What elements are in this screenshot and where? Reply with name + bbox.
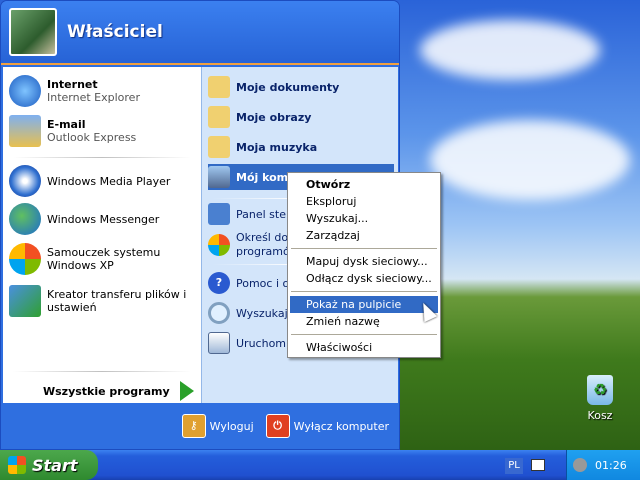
item-label: Kreator transferu plików i ustawień (47, 288, 187, 314)
green-arrow-icon (179, 381, 194, 401)
logoff-button[interactable]: ⚷ Wyloguj (181, 414, 254, 438)
all-programs-button[interactable]: Wszystkie programy (43, 381, 194, 401)
power-icon: ⏻ (265, 414, 290, 438)
item-subtitle: Outlook Express (47, 131, 137, 144)
item-label: Moja muzyka (236, 140, 318, 154)
item-title: Internet (47, 78, 98, 91)
computer-icon (208, 166, 230, 188)
control-panel-icon (208, 203, 230, 225)
tour-icon (9, 243, 41, 275)
item-label: Windows Messenger (47, 212, 160, 226)
help-icon: ? (208, 272, 230, 294)
folder-icon (208, 76, 230, 98)
menu-item-media-player[interactable]: Windows Media Player (9, 165, 197, 197)
context-menu: Otwórz Eksploruj Wyszukaj... Zarządzaj M… (287, 172, 441, 358)
ctx-rename[interactable]: Zmień nazwę (290, 313, 438, 330)
ctx-disconnect-drive[interactable]: Odłącz dysk sieciowy... (290, 270, 438, 287)
keyboard-icon[interactable] (531, 459, 545, 471)
item-label: Wyszukaj (236, 306, 288, 320)
ctx-explore[interactable]: Eksploruj (290, 193, 438, 210)
separator (291, 334, 437, 335)
item-subtitle: Internet Explorer (47, 91, 140, 104)
user-name: Właściciel (67, 22, 163, 42)
clock[interactable]: 01:26 (595, 459, 627, 472)
recycle-bin-label: Kosz (587, 409, 613, 422)
menu-item-messenger[interactable]: Windows Messenger (9, 203, 197, 235)
language-indicator[interactable]: PL (505, 458, 523, 474)
item-label: Moje dokumenty (236, 80, 340, 94)
all-programs-label: Wszystkie programy (43, 384, 170, 398)
menu-item-transfer-wizard[interactable]: Kreator transferu plików i ustawień (9, 285, 197, 317)
ctx-properties[interactable]: Właściwości (290, 339, 438, 356)
system-tray: 01:26 (566, 450, 640, 480)
start-menu-footer: ⚷ Wyloguj ⏻ Wyłącz komputer (1, 403, 399, 449)
windows-logo-icon (8, 456, 26, 474)
separator (13, 157, 191, 158)
menu-item-internet[interactable]: Internet Internet Explorer (9, 75, 197, 107)
start-label: Start (32, 455, 78, 475)
recycle-bin-icon: ♻ (587, 375, 613, 405)
separator (291, 291, 437, 292)
pinned-programs: Internet Internet Explorer E-mail Outlook … (3, 67, 201, 403)
item-label: Samouczek systemu Windows XP (47, 246, 161, 272)
shutdown-label: Wyłącz komputer (293, 419, 389, 433)
menu-item-email[interactable]: E-mail Outlook Express (9, 115, 197, 147)
menu-item-my-music[interactable]: Moja muzyka (208, 134, 394, 160)
ctx-show-on-desktop[interactable]: Pokaż na pulpicie (290, 296, 438, 313)
transfer-wizard-icon (9, 285, 41, 317)
search-icon (208, 302, 230, 324)
program-access-icon (208, 234, 230, 256)
item-label: Windows Media Player (47, 174, 171, 188)
internet-explorer-icon (9, 75, 41, 107)
media-player-icon (9, 165, 41, 197)
taskbar: Start PL 01:26 (0, 450, 640, 480)
separator (291, 248, 437, 249)
cloud (430, 120, 630, 200)
messenger-icon (9, 203, 41, 235)
recycle-bin[interactable]: ♻ Kosz (578, 375, 622, 422)
separator (13, 371, 191, 372)
item-title: E-mail (47, 118, 86, 131)
shutdown-button[interactable]: ⏻ Wyłącz komputer (265, 414, 389, 438)
folder-icon (208, 106, 230, 128)
start-button[interactable]: Start (0, 450, 98, 480)
outlook-express-icon (9, 115, 41, 147)
menu-item-my-documents[interactable]: Moje dokumenty (208, 74, 394, 100)
ctx-map-drive[interactable]: Mapuj dysk sieciowy... (290, 253, 438, 270)
menu-item-tour[interactable]: Samouczek systemu Windows XP (9, 243, 197, 275)
folder-icon (208, 136, 230, 158)
avatar[interactable] (9, 8, 57, 56)
ctx-manage[interactable]: Zarządzaj (290, 227, 438, 244)
cloud (420, 20, 600, 80)
start-menu-header: Właściciel (1, 1, 399, 65)
key-icon: ⚷ (181, 414, 206, 438)
menu-item-my-pictures[interactable]: Moje obrazy (208, 104, 394, 130)
item-label: Moje obrazy (236, 110, 312, 124)
ctx-search[interactable]: Wyszukaj... (290, 210, 438, 227)
speaker-icon[interactable] (573, 458, 587, 472)
run-icon (208, 332, 230, 354)
logoff-label: Wyloguj (209, 419, 254, 433)
ctx-open[interactable]: Otwórz (290, 176, 438, 193)
